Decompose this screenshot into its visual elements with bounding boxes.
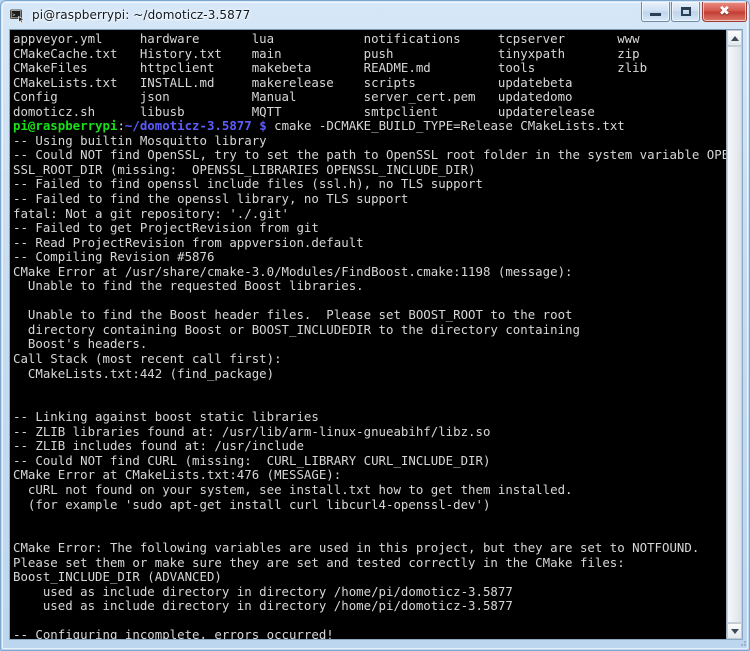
terminal-scrollbar[interactable] xyxy=(726,30,742,639)
scroll-up-button[interactable] xyxy=(727,30,742,46)
scrollbar-thumb[interactable] xyxy=(727,46,742,623)
terminal-text: appveyor.yml hardware lua notifications … xyxy=(13,31,726,639)
minimize-icon xyxy=(650,13,661,16)
title-bar[interactable]: >_ pi@raspberrypi: ~/domoticz-3.5877 ✖ xyxy=(1,1,750,29)
window-controls: ✖ xyxy=(641,2,747,22)
close-button[interactable]: ✖ xyxy=(702,2,747,22)
scroll-down-arrow-icon xyxy=(730,628,739,634)
scrollbar-track[interactable] xyxy=(727,46,742,623)
window-bottom-frame xyxy=(1,638,750,650)
scroll-up-arrow-icon xyxy=(730,35,739,41)
minimize-button[interactable] xyxy=(641,2,670,22)
putty-icon: >_ xyxy=(9,7,26,24)
putty-window: >_ pi@raspberrypi: ~/domoticz-3.5877 ✖ a… xyxy=(0,0,750,651)
window-title: pi@raspberrypi: ~/domoticz-3.5877 xyxy=(32,8,251,22)
maximize-button[interactable] xyxy=(671,2,700,22)
maximize-icon xyxy=(680,7,691,16)
close-icon: ✖ xyxy=(719,4,730,19)
terminal-screen[interactable]: appveyor.yml hardware lua notifications … xyxy=(10,30,726,639)
terminal-area: appveyor.yml hardware lua notifications … xyxy=(9,29,743,640)
resize-grip-icon[interactable] xyxy=(736,636,748,648)
